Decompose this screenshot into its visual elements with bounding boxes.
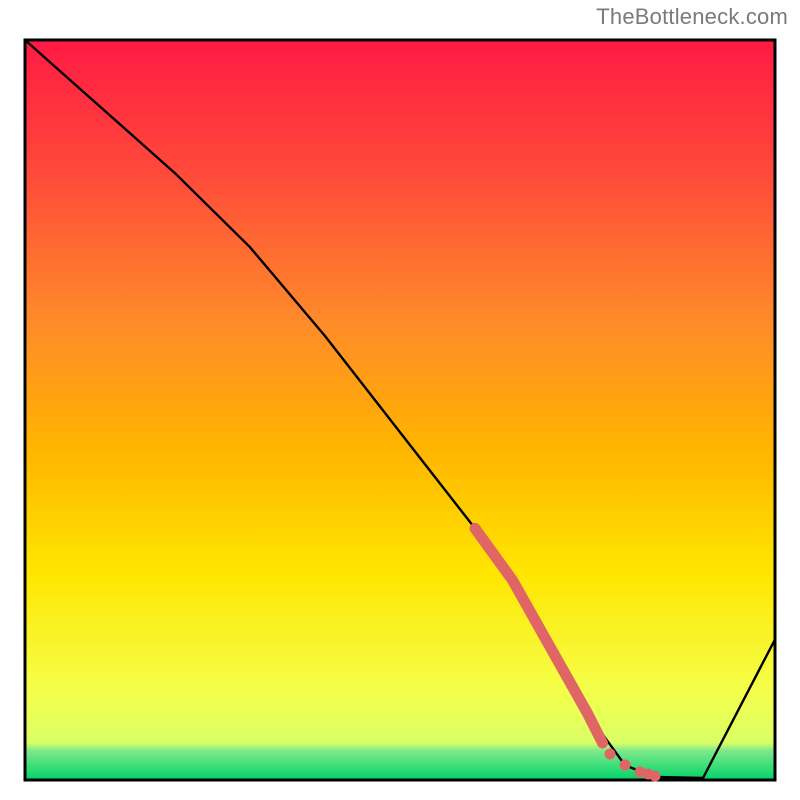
plot-gradient-bg (25, 40, 775, 780)
watermark-text: TheBottleneck.com (596, 4, 788, 30)
chart-frame: TheBottleneck.com (0, 0, 800, 800)
chart-svg (15, 30, 785, 790)
